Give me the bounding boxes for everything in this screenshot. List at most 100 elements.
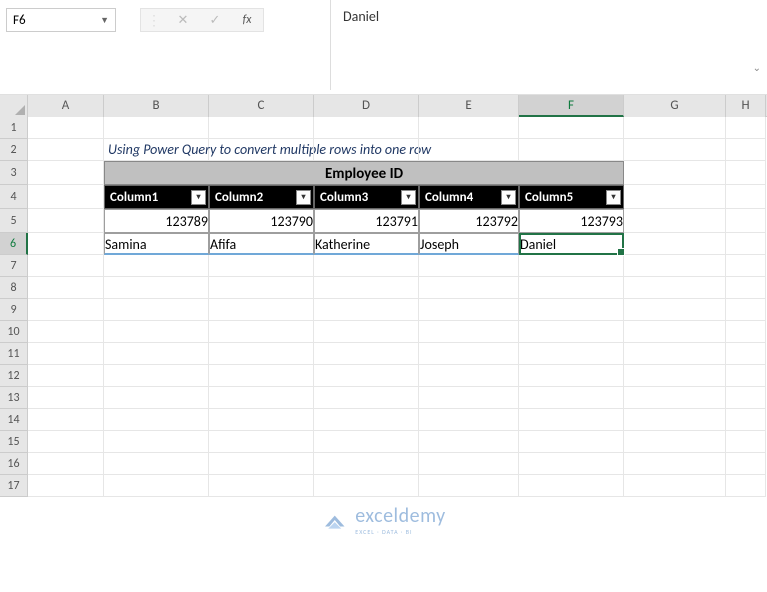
cancel-icon[interactable]: ✕ (173, 13, 193, 28)
filter-dropdown-icon[interactable]: ▾ (296, 190, 311, 205)
cell[interactable] (314, 321, 419, 343)
cell[interactable] (314, 299, 419, 321)
row-header[interactable]: 11 (0, 343, 28, 365)
row-header[interactable]: 7 (0, 255, 28, 277)
table-col-header[interactable]: Column4▾ (419, 185, 519, 209)
row-header[interactable]: 9 (0, 299, 28, 321)
cell[interactable] (28, 139, 104, 161)
cell[interactable] (624, 453, 726, 475)
cell[interactable] (624, 209, 726, 233)
cell[interactable] (726, 453, 766, 475)
cell[interactable] (28, 299, 104, 321)
cell[interactable] (419, 343, 519, 365)
cell[interactable] (519, 139, 624, 161)
cell[interactable] (726, 299, 766, 321)
cell[interactable] (209, 139, 314, 161)
cell[interactable] (28, 453, 104, 475)
filter-dropdown-icon[interactable]: ▾ (401, 190, 416, 205)
select-all-cell[interactable] (0, 95, 28, 117)
cell[interactable] (28, 255, 104, 277)
cell[interactable] (519, 343, 624, 365)
cell[interactable] (519, 409, 624, 431)
cell[interactable] (314, 475, 419, 497)
cell[interactable] (519, 475, 624, 497)
cell[interactable] (104, 365, 209, 387)
table-cell[interactable]: 123791 (314, 209, 419, 233)
table-cell[interactable]: Joseph (419, 233, 519, 255)
row-header[interactable]: 5 (0, 209, 28, 233)
chevron-down-icon[interactable]: ▼ (100, 15, 109, 26)
row-header[interactable]: 2 (0, 139, 28, 161)
name-box[interactable]: F6 ▼ (6, 8, 116, 32)
col-header-B[interactable]: B (104, 95, 209, 117)
cell[interactable] (519, 255, 624, 277)
cell[interactable] (28, 387, 104, 409)
cell[interactable] (209, 299, 314, 321)
row-header[interactable]: 15 (0, 431, 28, 453)
cell[interactable] (28, 321, 104, 343)
cell[interactable] (419, 117, 519, 139)
table-title[interactable]: Employee ID (104, 161, 624, 185)
cell[interactable] (624, 431, 726, 453)
cell[interactable] (624, 321, 726, 343)
cell[interactable] (519, 321, 624, 343)
cell[interactable] (104, 475, 209, 497)
cell[interactable] (624, 161, 726, 185)
cell[interactable] (519, 299, 624, 321)
cell[interactable] (624, 299, 726, 321)
cell[interactable] (104, 117, 209, 139)
enter-icon[interactable]: ✓ (205, 13, 225, 28)
cell[interactable] (28, 209, 104, 233)
cell[interactable] (624, 255, 726, 277)
cell[interactable] (28, 475, 104, 497)
row-header[interactable]: 14 (0, 409, 28, 431)
cell[interactable] (726, 343, 766, 365)
table-cell[interactable]: Afifa (209, 233, 314, 255)
cell[interactable] (104, 277, 209, 299)
cell[interactable] (419, 365, 519, 387)
table-col-header[interactable]: Column5▾ (519, 185, 624, 209)
cell[interactable] (314, 365, 419, 387)
col-header-H[interactable]: H (726, 95, 766, 117)
cell[interactable] (419, 409, 519, 431)
cell[interactable] (314, 387, 419, 409)
cell[interactable] (624, 233, 726, 255)
cell[interactable] (28, 277, 104, 299)
cell[interactable] (104, 343, 209, 365)
cell[interactable] (314, 255, 419, 277)
title-cell[interactable]: Using Power Query to convert multiple ro… (104, 139, 209, 161)
cell[interactable] (419, 299, 519, 321)
cell[interactable] (519, 431, 624, 453)
cell[interactable] (28, 233, 104, 255)
row-header[interactable]: 8 (0, 277, 28, 299)
cell[interactable] (209, 343, 314, 365)
cell[interactable] (209, 365, 314, 387)
cell[interactable] (624, 139, 726, 161)
cell[interactable] (28, 185, 104, 209)
cell[interactable] (104, 321, 209, 343)
row-header[interactable]: 13 (0, 387, 28, 409)
cell[interactable] (28, 365, 104, 387)
fx-icon[interactable]: fx (237, 13, 257, 27)
cell[interactable] (104, 387, 209, 409)
cell[interactable] (104, 431, 209, 453)
row-header[interactable]: 4 (0, 185, 28, 209)
col-header-A[interactable]: A (28, 95, 104, 117)
cell[interactable] (624, 185, 726, 209)
cell[interactable] (726, 185, 766, 209)
row-header[interactable]: 10 (0, 321, 28, 343)
cell[interactable] (28, 409, 104, 431)
cell[interactable] (624, 343, 726, 365)
cell[interactable] (419, 277, 519, 299)
table-cell[interactable]: 123793 (519, 209, 624, 233)
cell[interactable] (314, 431, 419, 453)
cell[interactable] (726, 117, 766, 139)
cell[interactable] (209, 409, 314, 431)
cell[interactable] (519, 387, 624, 409)
cell[interactable] (104, 453, 209, 475)
table-cell[interactable]: 123790 (209, 209, 314, 233)
cell[interactable] (519, 277, 624, 299)
table-cell[interactable]: Daniel (519, 233, 624, 255)
cell[interactable] (624, 409, 726, 431)
cell[interactable] (419, 139, 519, 161)
